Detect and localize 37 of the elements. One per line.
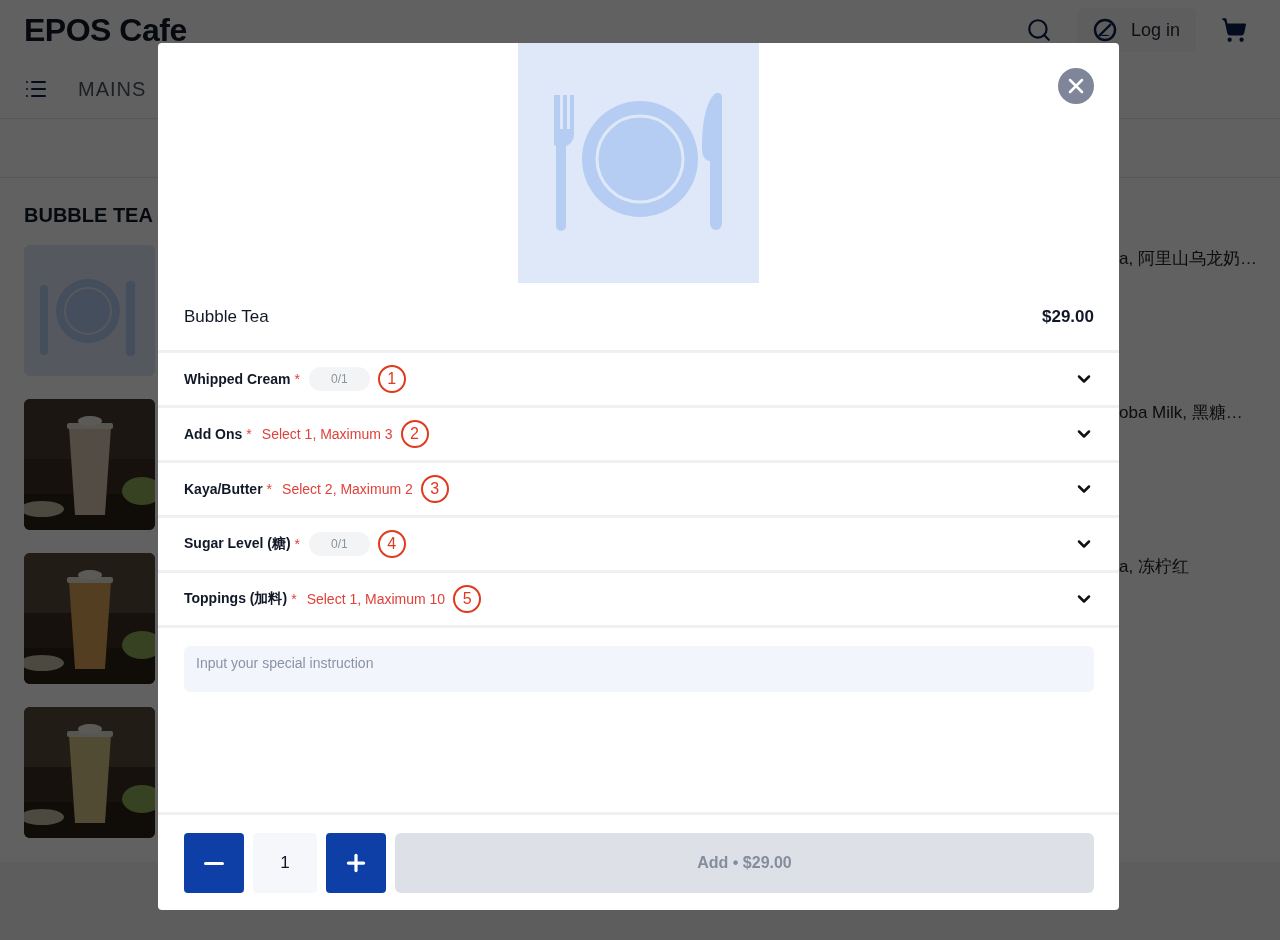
annotation-number: 3 (420, 475, 449, 503)
product-name: Bubble Tea (184, 306, 269, 327)
plate-cutlery-icon (553, 93, 724, 233)
product-description: oba Milk, 黑糖… (1119, 402, 1244, 424)
option-title: Add Ons (184, 426, 243, 442)
selection-rule: Select 2, Maximum 2 (282, 481, 413, 497)
annotation-number: 5 (453, 585, 482, 613)
annotation-number: 1 (377, 365, 406, 393)
store-title: EPOS Cafe (24, 11, 188, 49)
selection-counter: 0/1 (309, 532, 370, 556)
annotation-number: 4 (377, 530, 406, 558)
selection-counter: 0/1 (309, 367, 370, 391)
product-price: $29.00 (1042, 306, 1094, 327)
annotation-number: 2 (400, 420, 429, 448)
product-description: a, 冻柠红 (1119, 556, 1190, 578)
close-button[interactable] (1058, 68, 1094, 104)
required-marker: * (246, 426, 252, 442)
cart-icon (1221, 17, 1247, 43)
minus-icon (204, 861, 224, 865)
required-marker: * (291, 591, 297, 607)
option-title: Kaya/Butter (184, 481, 263, 497)
option-title: Toppings (加料) (184, 590, 288, 608)
required-marker: * (294, 371, 301, 387)
instruction-field[interactable]: Input your special instruction (184, 646, 1094, 692)
search-icon (1025, 17, 1052, 43)
required-marker: * (294, 536, 301, 552)
selection-rule: Select 1, Maximum 3 (261, 426, 393, 442)
required-marker: * (266, 481, 273, 497)
quantity-value: 1 (253, 833, 317, 893)
increase-button[interactable] (326, 833, 386, 893)
option-title: Whipped Cream (184, 371, 291, 387)
option-title: Sugar Level (糖) (184, 535, 291, 553)
no-user-icon (1092, 18, 1117, 42)
product-description: a, 阿里山乌龙奶… (1119, 248, 1258, 270)
selection-rule: Select 1, Maximum 10 (306, 591, 446, 607)
section-title: BUBBLE TEA (24, 204, 154, 227)
decrease-button[interactable] (184, 833, 244, 893)
